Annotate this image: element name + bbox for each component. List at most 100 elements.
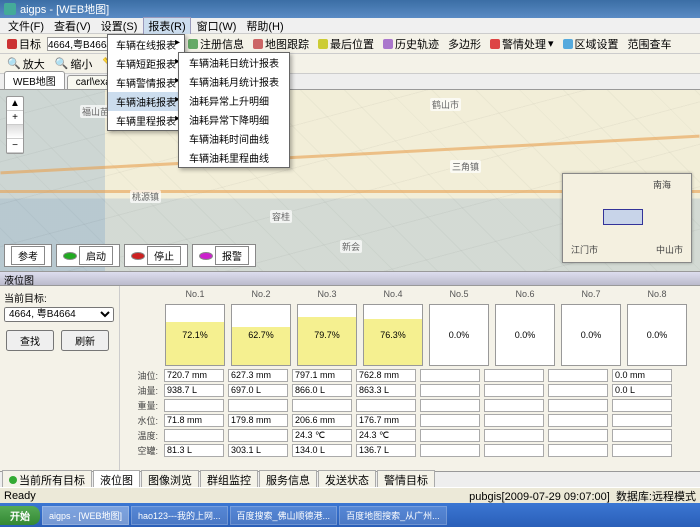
menu-report[interactable]: 报表(R) xyxy=(143,17,190,35)
row-label: 油量: xyxy=(124,384,160,397)
area-set-button[interactable]: 区域设置 xyxy=(560,36,622,52)
start-button[interactable]: 开始 xyxy=(0,506,40,525)
gauge-header: No.6 xyxy=(494,288,556,300)
dropdown-online[interactable]: 车辆在线报表 xyxy=(108,35,184,54)
gauge-header: No.3 xyxy=(296,288,358,300)
window-title: aigps - [WEB地图] xyxy=(20,1,109,17)
data-cell xyxy=(420,429,480,442)
target-select[interactable]: 4664, 粤B4664 xyxy=(4,307,114,322)
clock-icon xyxy=(383,39,393,49)
alarm-icon xyxy=(199,252,213,260)
gauge-header: No.4 xyxy=(362,288,424,300)
submenu-monthly[interactable]: 车辆油耗月统计报表 xyxy=(179,72,289,91)
dropdown-fuel[interactable]: 车辆油耗报表 xyxy=(108,92,184,111)
fuel-gauge: 0.0% xyxy=(429,304,489,366)
gauge-header: No.8 xyxy=(626,288,688,300)
dropdown-short[interactable]: 车辆短距报表 xyxy=(108,54,184,73)
area-icon xyxy=(563,39,573,49)
menu-help[interactable]: 帮助(H) xyxy=(242,18,287,34)
menu-settings[interactable]: 设置(S) xyxy=(97,18,142,34)
menu-window[interactable]: 窗口(W) xyxy=(193,18,241,34)
submenu-daily[interactable]: 车辆油耗日统计报表 xyxy=(179,53,289,72)
data-cell: 938.7 L xyxy=(164,384,224,397)
data-cell xyxy=(164,399,224,412)
last-pos-button[interactable]: 最后位置 xyxy=(315,36,377,52)
reg-info-button[interactable]: 注册信息 xyxy=(185,36,247,52)
level-panel: 液位图 当前目标: 4664, 粤B4664 查找 刷新 No.1 No.2 N… xyxy=(0,271,700,471)
tab-webmap[interactable]: WEB地图 xyxy=(4,71,65,89)
data-cell: 797.1 mm xyxy=(292,369,352,382)
windows-taskbar: 开始 aigps - [WEB地图] hao123---我的上网... 百度搜索… xyxy=(0,503,700,527)
minimap[interactable]: 江门市 中山市 南海 xyxy=(562,173,692,263)
data-cell xyxy=(420,369,480,382)
minimap-viewport[interactable] xyxy=(603,209,643,225)
alarm-icon xyxy=(490,39,500,49)
alarm-button[interactable]: 报警 xyxy=(192,244,256,267)
toolbar-secondary: 🔍放大 🔍缩小 📏测距控制 自动 擦除 ⛶全屏 xyxy=(0,54,700,74)
data-cell xyxy=(484,384,544,397)
task-item[interactable]: 百度搜索_佛山顺德港... xyxy=(230,506,338,525)
map-label: 桃源镇 xyxy=(130,190,161,203)
submenu-milecurve[interactable]: 车辆油耗里程曲线 xyxy=(179,148,289,167)
data-cell xyxy=(228,399,288,412)
polygon-button[interactable]: 多边形 xyxy=(445,36,484,52)
history-button[interactable]: 历史轨迹 xyxy=(380,36,442,52)
task-item[interactable]: 百度地图搜索_从广州... xyxy=(339,506,447,525)
status-bar: Ready pubgis[2009-07-29 09:07:00] 数据库:远程… xyxy=(0,487,700,503)
find-button[interactable]: 查找 xyxy=(6,330,54,351)
zoomin-button[interactable]: 🔍放大 xyxy=(4,56,48,72)
minimap-label: 南海 xyxy=(653,178,671,191)
alarm-handle-button[interactable]: 警情处理▾ xyxy=(487,36,557,52)
zoomout-button[interactable]: 🔍缩小 xyxy=(52,56,96,72)
data-cell: 627.3 mm xyxy=(228,369,288,382)
minimap-label: 江门市 xyxy=(571,243,598,256)
data-cell xyxy=(484,369,544,382)
status-ready: Ready xyxy=(4,490,36,502)
data-row: 水位:71.8 mm179.8 mm206.6 mm176.7 mm xyxy=(120,413,700,428)
play-icon xyxy=(63,252,77,260)
data-cell: 134.0 L xyxy=(292,444,352,457)
map-label: 三角镇 xyxy=(450,160,481,173)
dropdown-mileage[interactable]: 车辆里程报表 xyxy=(108,111,184,130)
map-label: 新会 xyxy=(340,240,362,253)
submenu-abnorm-down[interactable]: 油耗异常下降明细 xyxy=(179,110,289,129)
stop-button[interactable]: 停止 xyxy=(124,244,188,267)
refresh-button[interactable]: 刷新 xyxy=(61,330,109,351)
data-cell xyxy=(548,399,608,412)
start-button[interactable]: 启动 xyxy=(56,244,120,267)
target-label: 目标 xyxy=(4,36,44,52)
gauges-area: No.1 No.2 No.3 No.4 No.5 No.6 No.7 No.8 … xyxy=(120,286,700,471)
submenu-timeline[interactable]: 车辆油耗时间曲线 xyxy=(179,129,289,148)
zoom-in-button[interactable]: + xyxy=(7,111,23,125)
task-item[interactable]: hao123---我的上网... xyxy=(131,506,228,525)
data-cell xyxy=(484,444,544,457)
submenu-abnorm-up[interactable]: 油耗异常上升明细 xyxy=(179,91,289,110)
dropdown-alarm[interactable]: 车辆警情报表 xyxy=(108,73,184,92)
data-cell: 762.8 mm xyxy=(356,369,416,382)
map-area[interactable]: 福山苗 鹤山市 雅瑶镇 桃源镇 容桂 三角镇 新会 ▲ + − 江门市 中山市 … xyxy=(0,90,700,271)
data-cell: 176.7 mm xyxy=(356,414,416,427)
data-cell xyxy=(484,399,544,412)
gauge-row: 72.1%62.7%79.7%76.3%0.0%0.0%0.0%0.0% xyxy=(120,302,700,368)
menu-view[interactable]: 查看(V) xyxy=(50,18,95,34)
data-cell: 71.8 mm xyxy=(164,414,224,427)
zoom-slider[interactable] xyxy=(7,125,23,139)
pin-icon xyxy=(253,39,263,49)
range-find-button[interactable]: 范围查车 xyxy=(625,36,675,52)
task-item[interactable]: aigps - [WEB地图] xyxy=(42,506,129,525)
row-label: 温度: xyxy=(124,429,160,442)
fuel-gauge: 0.0% xyxy=(495,304,555,366)
menu-file[interactable]: 文件(F) xyxy=(4,18,48,34)
ref-button[interactable]: 参考 xyxy=(4,244,52,267)
data-cell: 206.6 mm xyxy=(292,414,352,427)
zoom-out-button[interactable]: − xyxy=(7,139,23,153)
panel-left-controls: 当前目标: 4664, 粤B4664 查找 刷新 xyxy=(0,286,120,471)
data-cell xyxy=(612,429,672,442)
pan-up-button[interactable]: ▲ xyxy=(7,97,23,111)
menubar: 文件(F) 查看(V) 设置(S) 报表(R) 窗口(W) 帮助(H) xyxy=(0,18,700,34)
data-cell: 303.1 L xyxy=(228,444,288,457)
map-track-button[interactable]: 地图跟踪 xyxy=(250,36,312,52)
window-titlebar: aigps - [WEB地图] xyxy=(0,0,700,18)
map-label: 容桂 xyxy=(270,210,292,223)
data-cell xyxy=(548,429,608,442)
